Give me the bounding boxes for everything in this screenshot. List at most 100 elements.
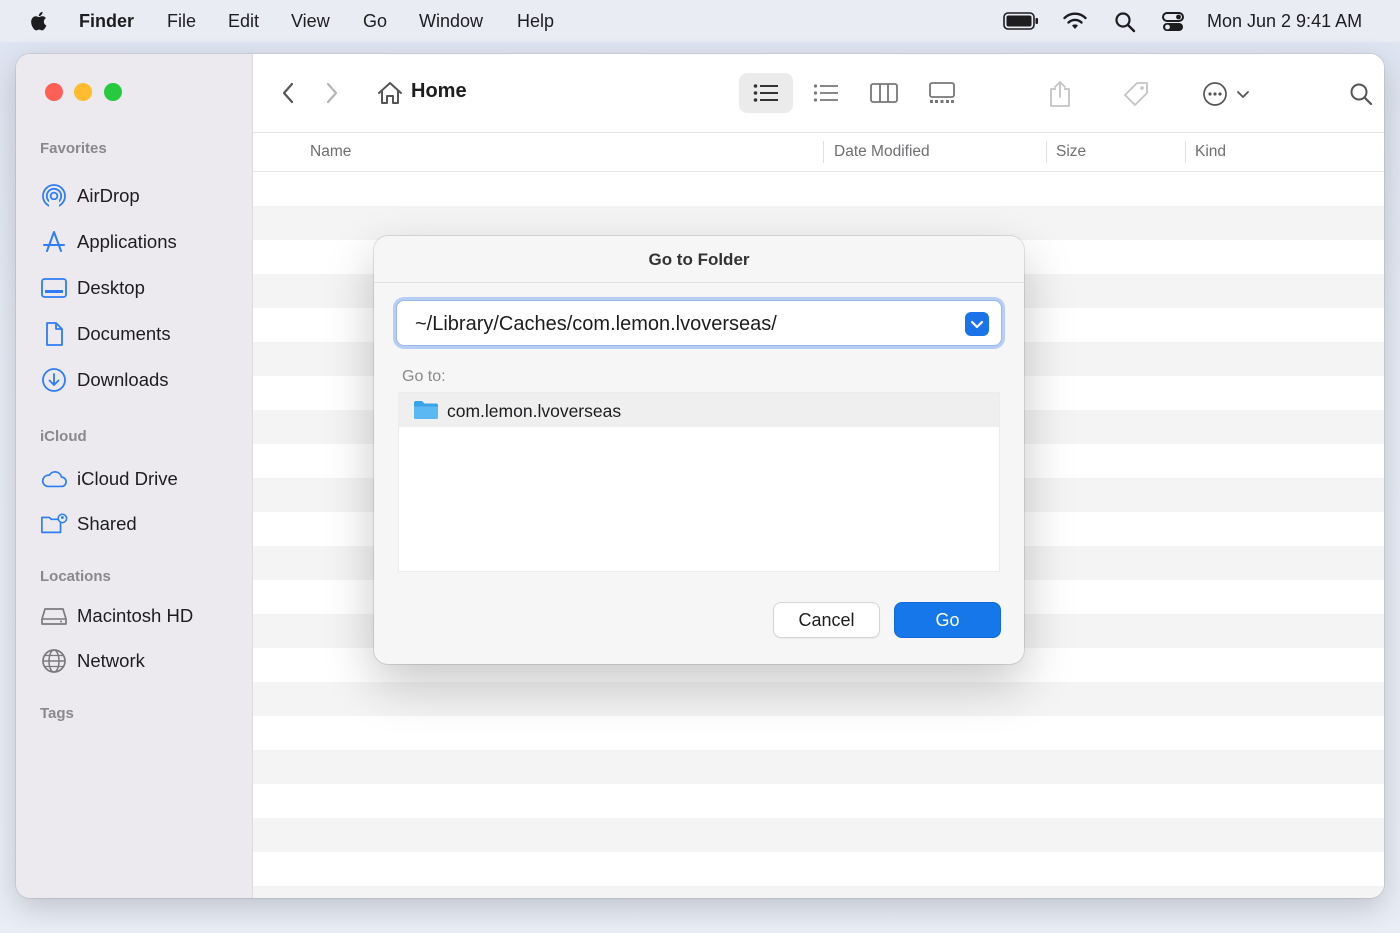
- menu-bar: Finder File Edit View Go Window Help Mon…: [0, 0, 1400, 42]
- list-row: [253, 784, 1384, 818]
- spotlight-search-icon[interactable]: [1114, 11, 1136, 33]
- sidebar: Favorites AirDrop Applications Desktop D…: [16, 54, 253, 898]
- sidebar-item-documents[interactable]: Documents: [40, 319, 171, 349]
- documents-icon: [40, 320, 68, 348]
- outline-view-icon: [813, 84, 838, 102]
- airdrop-icon: [40, 182, 68, 210]
- column-name[interactable]: Name: [310, 143, 351, 161]
- sidebar-item-applications[interactable]: Applications: [40, 227, 177, 257]
- column-divider[interactable]: [1185, 141, 1186, 163]
- apple-menu-icon[interactable]: [28, 10, 48, 32]
- dialog-title: Go to Folder: [648, 250, 750, 269]
- battery-icon[interactable]: [1003, 12, 1039, 30]
- list-view-icon: [753, 84, 778, 102]
- menu-file[interactable]: File: [167, 11, 196, 32]
- go-button[interactable]: Go: [894, 602, 1001, 638]
- column-size[interactable]: Size: [1056, 143, 1086, 161]
- shared-folder-icon: [40, 510, 68, 538]
- sidebar-item-label: AirDrop: [77, 185, 140, 206]
- minimize-window-button[interactable]: [74, 83, 92, 101]
- applications-icon: [40, 228, 68, 256]
- sidebar-item-shared[interactable]: Shared: [40, 509, 137, 539]
- wifi-icon[interactable]: [1062, 11, 1088, 31]
- close-window-button[interactable]: [45, 83, 63, 101]
- chevron-down-icon: [970, 320, 984, 329]
- chevron-left-icon: [282, 82, 294, 104]
- suggestion-item[interactable]: com.lemon.lvoverseas: [399, 393, 999, 427]
- sidebar-item-desktop[interactable]: Desktop: [40, 273, 145, 303]
- dialog-divider: [374, 282, 1024, 283]
- path-dropdown-button[interactable]: [965, 312, 989, 336]
- chevron-down-icon: [1237, 91, 1249, 98]
- sidebar-section-icloud: iCloud: [40, 428, 87, 445]
- list-row: [253, 206, 1384, 240]
- list-row: [253, 682, 1384, 716]
- menu-edit[interactable]: Edit: [228, 11, 259, 32]
- search-icon: [1350, 83, 1373, 106]
- forward-button[interactable]: [319, 78, 345, 108]
- sidebar-item-label: Documents: [77, 323, 171, 344]
- sidebar-section-favorites: Favorites: [40, 140, 107, 157]
- view-as-outline-button[interactable]: [799, 73, 853, 113]
- menu-go[interactable]: Go: [363, 11, 387, 32]
- sidebar-item-label: Desktop: [77, 277, 145, 298]
- sidebar-item-airdrop[interactable]: AirDrop: [40, 181, 140, 211]
- share-icon: [1050, 81, 1070, 107]
- path-combobox[interactable]: [396, 300, 1002, 346]
- sidebar-item-label: Shared: [77, 513, 137, 534]
- sidebar-item-label: Applications: [77, 231, 177, 252]
- network-globe-icon: [40, 647, 68, 675]
- home-icon: [378, 82, 402, 104]
- go-to-folder-dialog: Go to Folder Go to: com.lemon.lvoverseas…: [374, 236, 1024, 664]
- gallery-view-icon: [929, 82, 955, 103]
- sidebar-item-downloads[interactable]: Downloads: [40, 365, 169, 395]
- action-menu-button[interactable]: [1197, 76, 1255, 112]
- control-center-icon[interactable]: [1161, 11, 1185, 33]
- view-as-gallery-button[interactable]: [915, 73, 969, 113]
- column-kind[interactable]: Kind: [1195, 143, 1226, 161]
- toolbar: Home: [253, 54, 1384, 133]
- ellipsis-circle-icon: [1203, 82, 1227, 106]
- zoom-window-button[interactable]: [104, 83, 122, 101]
- back-button[interactable]: [275, 78, 301, 108]
- column-header: Name Date Modified Size Kind: [253, 133, 1384, 172]
- list-row: [253, 852, 1384, 886]
- menu-help[interactable]: Help: [517, 11, 554, 32]
- view-as-list-button[interactable]: [739, 73, 793, 113]
- sidebar-item-label: Network: [77, 650, 145, 671]
- list-row: [253, 716, 1384, 750]
- menu-app-finder[interactable]: Finder: [79, 11, 134, 32]
- sidebar-section-locations: Locations: [40, 568, 111, 585]
- folder-icon: [414, 401, 438, 419]
- suggestions-list: com.lemon.lvoverseas: [398, 392, 1000, 572]
- list-row: [253, 750, 1384, 784]
- sidebar-item-icloud-drive[interactable]: iCloud Drive: [40, 464, 178, 494]
- column-divider[interactable]: [1046, 141, 1047, 163]
- column-divider[interactable]: [823, 141, 824, 163]
- suggestion-label: com.lemon.lvoverseas: [447, 401, 622, 421]
- window-title: Home: [411, 80, 467, 102]
- menu-window[interactable]: Window: [419, 11, 483, 32]
- cancel-button[interactable]: Cancel: [773, 602, 880, 638]
- sidebar-item-macintosh-hd[interactable]: Macintosh HD: [40, 601, 193, 631]
- menubar-clock[interactable]: Mon Jun 2 9:41 AM: [1207, 11, 1362, 32]
- share-button[interactable]: [1043, 76, 1077, 112]
- column-date-modified[interactable]: Date Modified: [834, 143, 930, 161]
- sidebar-section-tags: Tags: [40, 705, 74, 722]
- search-button[interactable]: [1345, 78, 1377, 110]
- hard-drive-icon: [40, 602, 68, 630]
- tags-button[interactable]: [1119, 76, 1153, 112]
- sidebar-item-network[interactable]: Network: [40, 646, 145, 676]
- sidebar-item-label: iCloud Drive: [77, 468, 178, 489]
- list-row: [253, 886, 1384, 898]
- view-as-columns-button[interactable]: [857, 73, 911, 113]
- menu-view[interactable]: View: [291, 11, 330, 32]
- sidebar-item-label: Macintosh HD: [77, 605, 194, 626]
- list-row: [253, 818, 1384, 852]
- path-input[interactable]: [415, 311, 955, 337]
- sidebar-item-label: Downloads: [77, 369, 169, 390]
- chevron-right-icon: [326, 82, 338, 104]
- desktop-icon: [40, 274, 68, 302]
- tag-icon: [1124, 82, 1148, 106]
- column-view-icon: [870, 83, 898, 103]
